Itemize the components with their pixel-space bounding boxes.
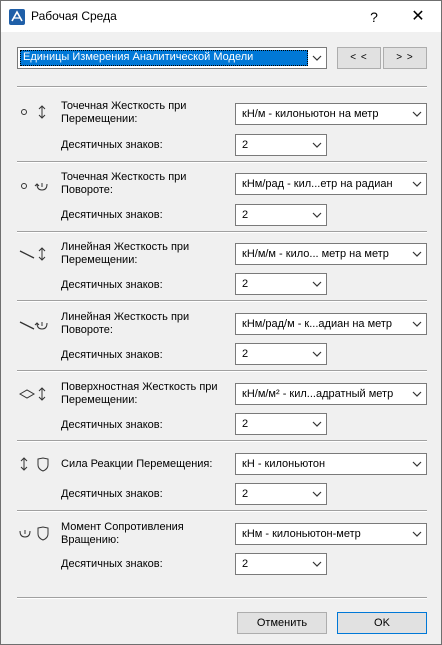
line-translation-unit-value: кН/м/м - кило... метр на метр (242, 248, 389, 260)
surface-translation-icon (19, 387, 46, 401)
panel-select-value: Единицы Измерения Аналитической Модели (23, 51, 254, 63)
panel-select[interactable]: Единицы Измерения Аналитической Модели (17, 47, 327, 69)
chevron-down-icon (412, 391, 422, 397)
point-translation-unit-value: кН/м - килоньютон на метр (242, 108, 379, 120)
chevron-down-icon (312, 421, 322, 427)
divider (17, 597, 427, 599)
rotation-resistance-unit-value: кНм - килоньютон-метр (242, 528, 361, 540)
decimals-label: Десятичных знаков: (61, 279, 163, 291)
divider (17, 370, 427, 372)
point-rotation-icon (21, 183, 48, 191)
divider (17, 161, 427, 163)
point-translation-unit-select[interactable]: кН/м - килоньютон на метр (235, 103, 427, 125)
line-rotation-unit-select[interactable]: кНм/рад/м - к...адиан на метр (235, 313, 427, 335)
decimals-value: 2 (242, 278, 249, 290)
app-icon (9, 9, 25, 25)
decimals-label: Десятичных знаков: (61, 488, 163, 500)
decimals-value: 2 (242, 139, 249, 151)
line-rotation-decimals-select[interactable]: 2 (235, 343, 327, 365)
chevron-down-icon (312, 491, 322, 497)
chevron-down-icon (312, 55, 322, 61)
cancel-button[interactable]: Отменить (237, 612, 327, 634)
prev-panel-button[interactable]: < < (337, 47, 381, 69)
point-rotation-unit-select[interactable]: кНм/рад - кил...етр на радиан (235, 173, 427, 195)
surface-translation-decimals-select[interactable]: 2 (235, 413, 327, 435)
chevron-down-icon (412, 251, 422, 257)
chevron-down-icon (412, 321, 422, 327)
translation-reaction-icon (20, 457, 49, 472)
point-rotation-unit-value: кНм/рад - кил...етр на радиан (242, 178, 393, 190)
line-rotation-icon (19, 321, 48, 330)
decimals-value: 2 (242, 348, 249, 360)
surface-translation-unit-select[interactable]: кН/м/м² - кил...адратный метр (235, 383, 427, 405)
divider (17, 510, 427, 512)
chevron-down-icon (412, 111, 422, 117)
decimals-value: 2 (242, 418, 249, 430)
chevron-down-icon (412, 531, 422, 537)
chevron-down-icon (312, 281, 322, 287)
decimals-value: 2 (242, 488, 249, 500)
divider (17, 440, 427, 442)
decimals-value: 2 (242, 558, 249, 570)
point-translation-icon (21, 105, 46, 119)
translation-reaction-decimals-select[interactable]: 2 (235, 483, 327, 505)
close-button[interactable]: ✕ (403, 5, 433, 29)
point-translation-decimals-select[interactable]: 2 (235, 134, 327, 156)
surface-translation-unit-value: кН/м/м² - кил...адратный метр (242, 388, 394, 400)
point-translation-label: Точечная Жесткость при Перемещении: (61, 100, 187, 125)
point-rotation-decimals-select[interactable]: 2 (235, 204, 327, 226)
chevron-down-icon (412, 461, 422, 467)
decimals-label: Десятичных знаков: (61, 419, 163, 431)
translation-reaction-label: Сила Реакции Перемещения: (61, 458, 213, 470)
line-rotation-label: Линейная Жесткость при Повороте: (61, 311, 190, 336)
chevron-down-icon (312, 212, 322, 218)
line-translation-unit-select[interactable]: кН/м/м - кило... метр на метр (235, 243, 427, 265)
divider (17, 231, 427, 233)
line-translation-icon (19, 247, 46, 261)
help-button[interactable]: ? (359, 5, 389, 29)
line-translation-decimals-select[interactable]: 2 (235, 273, 327, 295)
decimals-value: 2 (242, 209, 249, 221)
window-title: Рабочая Среда (31, 9, 117, 23)
decimals-label: Десятичных знаков: (61, 349, 163, 361)
ok-button[interactable]: OK (337, 612, 427, 634)
divider (17, 86, 427, 88)
translation-reaction-unit-value: кН - килоньютон (242, 458, 326, 470)
divider (17, 300, 427, 302)
line-rotation-unit-value: кНм/рад/м - к...адиан на метр (242, 318, 393, 330)
rotation-resistance-icon (19, 526, 49, 541)
surface-translation-label: Поверхностная Жесткость при Перемещении: (61, 381, 218, 406)
chevron-down-icon (312, 142, 322, 148)
point-rotation-label: Точечная Жесткость при Повороте: (61, 171, 187, 196)
next-panel-button[interactable]: > > (383, 47, 427, 69)
chevron-down-icon (312, 351, 322, 357)
rotation-resistance-label: Момент Сопротивления Вращению: (61, 521, 184, 546)
title-bar: Рабочая Среда ? ✕ (1, 1, 441, 32)
translation-reaction-unit-select[interactable]: кН - килоньютон (235, 453, 427, 475)
chevron-down-icon (412, 181, 422, 187)
decimals-label: Десятичных знаков: (61, 139, 163, 151)
dialog-window: Рабочая Среда ? ✕ Единицы Измерения Анал… (0, 0, 442, 645)
chevron-down-icon (312, 561, 322, 567)
line-translation-label: Линейная Жесткость при Перемещении: (61, 241, 190, 266)
decimals-label: Десятичных знаков: (61, 558, 163, 570)
rotation-resistance-decimals-select[interactable]: 2 (235, 553, 327, 575)
rotation-resistance-unit-select[interactable]: кНм - килоньютон-метр (235, 523, 427, 545)
decimals-label: Десятичных знаков: (61, 209, 163, 221)
